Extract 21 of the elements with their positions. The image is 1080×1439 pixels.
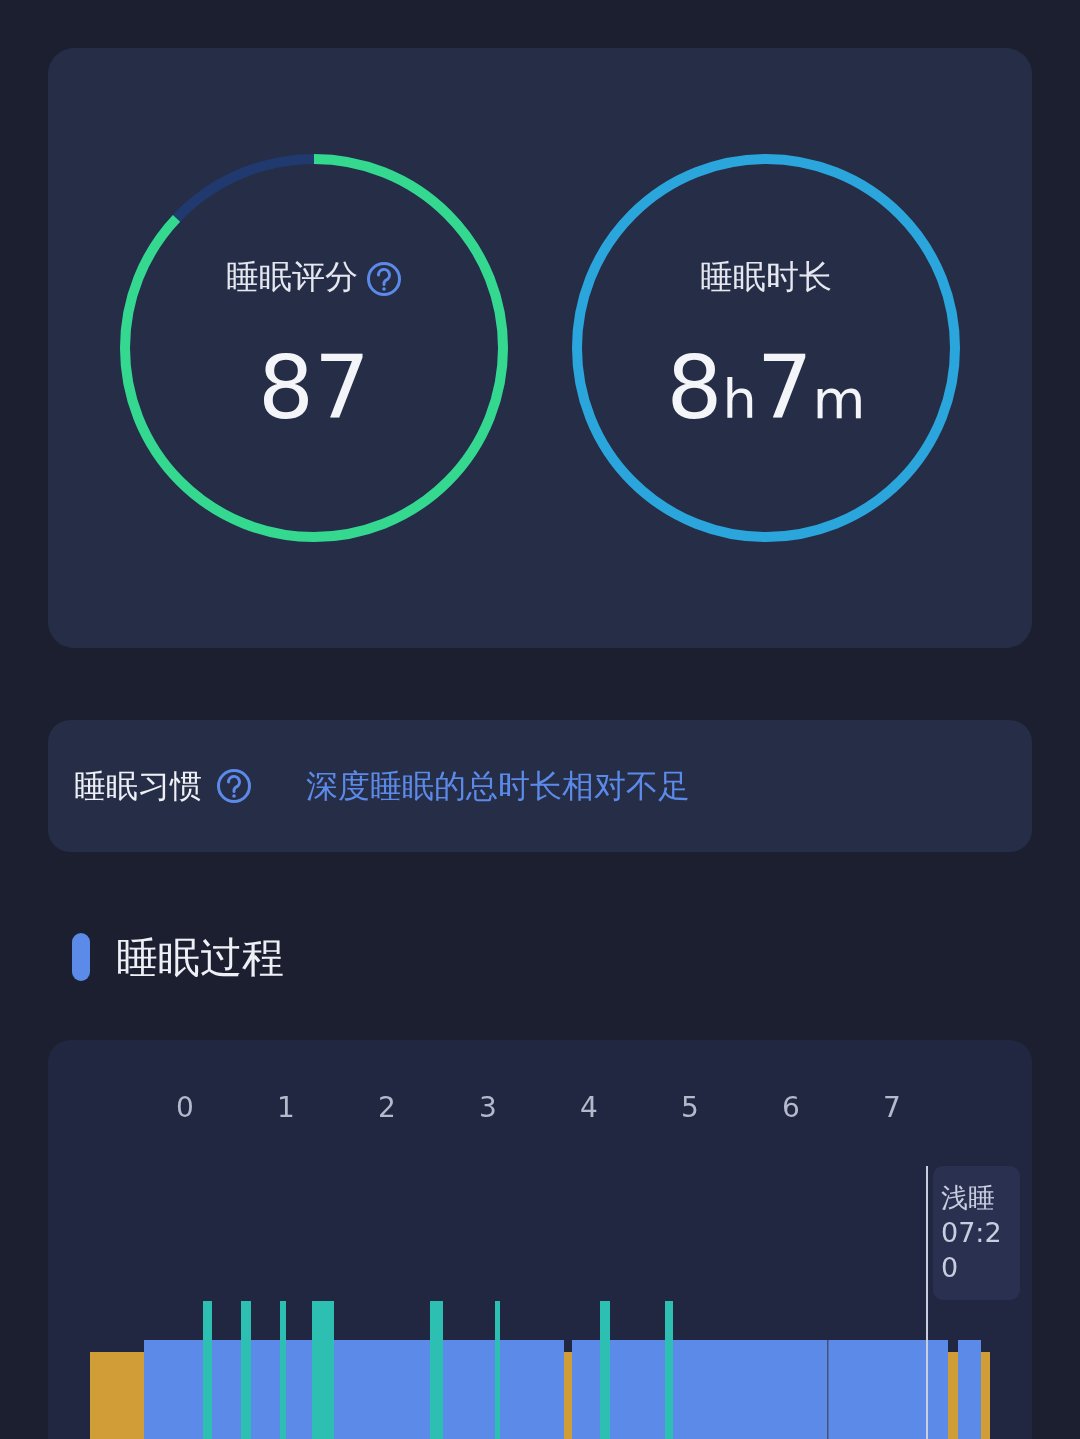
- hour-label: 4: [580, 1091, 598, 1124]
- habit-text: 深度睡眠的总时长相对不足: [306, 766, 690, 807]
- tooltip-stage: 浅睡: [941, 1181, 996, 1215]
- section-marker: [72, 933, 90, 981]
- habit-label: 睡眠习惯: [74, 766, 202, 807]
- help-icon[interactable]: [366, 260, 402, 297]
- tooltip[interactable]: 浅睡 07:20: [933, 1166, 1020, 1300]
- tooltip-time: 07:20: [941, 1216, 1003, 1285]
- section-title: 睡眠过程: [116, 931, 284, 984]
- score-label: 睡眠评分: [226, 256, 358, 298]
- hour-label: 0: [176, 1091, 194, 1124]
- hour-label: 1: [277, 1091, 295, 1124]
- score-value: 87: [258, 343, 370, 432]
- duration-value: 8h 7 m: [666, 343, 866, 432]
- hour-label: 6: [782, 1091, 800, 1124]
- help-icon[interactable]: [216, 768, 252, 804]
- hour-label: 2: [378, 1091, 396, 1124]
- hour-label: 5: [681, 1091, 699, 1124]
- duration-label: 睡眠时长: [700, 256, 832, 298]
- hour-label: 7: [883, 1091, 901, 1124]
- hour-label: 3: [479, 1091, 497, 1124]
